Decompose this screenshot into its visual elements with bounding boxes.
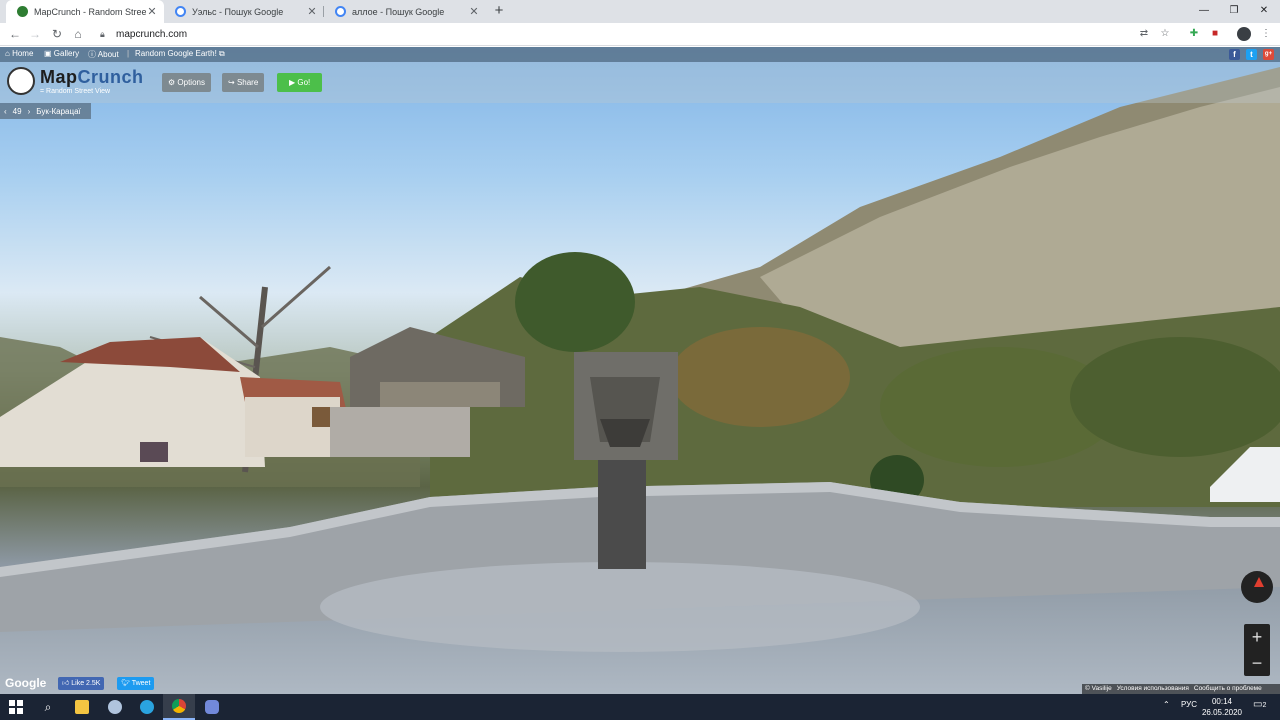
file-explorer-icon[interactable] <box>66 694 98 720</box>
tab-close-icon[interactable]: ✕ <box>146 5 158 18</box>
tab-close-icon[interactable]: ✕ <box>468 5 480 18</box>
tab-aloe-search[interactable]: аллое - Пошук Google ✕ <box>324 0 486 23</box>
go-button[interactable]: ▶ Go! <box>277 73 323 92</box>
tweet-button[interactable]: 🐦︎ Tweet <box>117 677 155 690</box>
google-favicon-icon <box>175 6 186 17</box>
share-label: Share <box>236 78 259 87</box>
tab-title: Уэльс - Пошук Google <box>192 6 284 17</box>
language-indicator[interactable]: РУС <box>1181 700 1197 709</box>
back-icon[interactable]: ← <box>6 25 24 43</box>
menu-kebab-icon[interactable]: ⋮ <box>1259 27 1273 41</box>
windows-taskbar: ⌕ ⌃ РУС 00:14 26.05.2020 ▭2 <box>0 694 1280 720</box>
telegram-icon[interactable] <box>131 694 163 720</box>
panorama-scene <box>0 67 1280 652</box>
history-count: 49 <box>12 106 22 116</box>
lock-icon: 🔒︎ <box>100 29 105 39</box>
nav-about-link[interactable]: ⓘ About <box>88 49 119 60</box>
nav-about-label: About <box>97 50 119 59</box>
nav-gallery-link[interactable]: ▣ Gallery <box>44 49 79 58</box>
site-header: MapCrunch = Random Street View ⚙ Options… <box>0 62 1280 103</box>
reload-icon[interactable]: ↻ <box>48 25 66 43</box>
site-logo[interactable]: MapCrunch <box>40 67 144 88</box>
clock[interactable]: 00:14 26.05.2020 <box>1198 696 1246 718</box>
start-button[interactable] <box>0 694 32 720</box>
share-button[interactable]: ↪ Share <box>222 73 265 92</box>
history-next-icon[interactable]: › <box>28 107 31 116</box>
terms-link[interactable]: Условия использования <box>1117 684 1189 694</box>
location-label[interactable]: Бук-Карацаї <box>36 107 81 116</box>
windows-logo-icon <box>9 700 23 714</box>
maximize-button[interactable]: ❐ <box>1218 0 1250 23</box>
zoom-out-button[interactable]: − <box>1244 650 1270 676</box>
tab-wales-search[interactable]: Уэльс - Пошук Google ✕ <box>164 0 324 23</box>
search-icon[interactable]: ⌕ <box>32 694 64 720</box>
street-view-panorama[interactable]: ⌂ Home ▣ Gallery ⓘ About | Random Google… <box>0 47 1280 694</box>
tray-chevron-icon[interactable]: ⌃ <box>1163 700 1170 709</box>
map-footer: © Vasilije Условия использования Сообщит… <box>1082 684 1280 694</box>
chrome-icon[interactable] <box>163 694 195 720</box>
nav-random-earth-link[interactable]: Random Google Earth! ⧉ <box>135 49 225 59</box>
mapcrunch-favicon-icon <box>17 6 28 17</box>
clock-time: 00:14 <box>1211 697 1233 706</box>
nav-home-label: Home <box>12 49 34 58</box>
tab-title: MapCrunch - Random Street View <box>34 6 146 17</box>
notifications-count: 2 <box>1262 702 1267 709</box>
notifications-icon[interactable]: ▭2 <box>1253 699 1266 710</box>
google-watermark[interactable]: Google <box>5 676 46 690</box>
options-label: Options <box>177 78 205 87</box>
report-link[interactable]: Сообщить о проблеме <box>1194 684 1262 694</box>
logo-crunch: Crunch <box>77 67 144 87</box>
browser-toolbar: ← → ↻ ⌂ 🔒︎ mapcrunch.com ⇄ ☆ ✚ ■ ⋮ <box>0 23 1280 46</box>
url-text: mapcrunch.com <box>116 29 188 40</box>
zoom-control: + − <box>1244 624 1270 676</box>
nav-random-earth-label: Random Google Earth! <box>135 49 217 58</box>
tab-close-icon[interactable]: ✕ <box>306 5 318 18</box>
nav-divider: | <box>127 49 130 58</box>
like-label: Like 2.5K <box>71 680 101 687</box>
clock-date: 26.05.2020 <box>1201 708 1243 717</box>
options-button[interactable]: ⚙ Options <box>162 73 211 92</box>
address-bar[interactable]: 🔒︎ mapcrunch.com <box>98 25 1128 44</box>
home-icon[interactable]: ⌂ <box>69 25 87 43</box>
google-plus-icon[interactable]: g+ <box>1263 49 1274 60</box>
history-prev-icon[interactable]: ‹ <box>4 107 7 116</box>
site-nav-bar: ⌂ Home ▣ Gallery ⓘ About | Random Google… <box>0 47 1280 62</box>
history-bar: ‹ 49 › Бук-Карацаї <box>0 103 91 119</box>
twitter-icon[interactable]: t <box>1246 49 1257 60</box>
close-window-button[interactable]: ✕ <box>1248 0 1280 23</box>
translate-icon[interactable]: ⇄ <box>1137 27 1151 41</box>
compass-icon[interactable] <box>1241 571 1273 603</box>
logo-tagline: = Random Street View <box>40 88 111 95</box>
mapcrunch-globe-icon[interactable] <box>7 67 35 95</box>
paint-icon[interactable] <box>99 694 131 720</box>
extension-icon[interactable]: ✚ <box>1187 27 1201 41</box>
go-label: Go! <box>297 78 311 87</box>
bookmark-star-icon[interactable]: ☆ <box>1158 27 1172 41</box>
facebook-icon[interactable]: f <box>1229 49 1240 60</box>
google-favicon-icon <box>335 6 346 17</box>
tab-strip: MapCrunch - Random Street View ✕ Уэльс -… <box>0 0 1280 23</box>
profile-avatar[interactable] <box>1237 27 1251 41</box>
logo-map: Map <box>40 67 78 87</box>
tab-mapcrunch[interactable]: MapCrunch - Random Street View ✕ <box>6 0 164 23</box>
new-tab-button[interactable]: + <box>491 2 507 20</box>
nav-gallery-label: Gallery <box>53 49 80 58</box>
zoom-in-button[interactable]: + <box>1244 624 1270 650</box>
forward-icon[interactable]: → <box>26 25 44 43</box>
copyright-text[interactable]: © Vasilije <box>1085 684 1112 694</box>
minimize-button[interactable]: — <box>1188 0 1220 23</box>
tweet-label: Tweet <box>131 680 151 687</box>
tab-title: аллое - Пошук Google <box>352 6 445 17</box>
ublock-icon[interactable]: ■ <box>1208 27 1222 41</box>
facebook-like-button[interactable]: 👍︎ Like 2.5K <box>58 677 105 690</box>
nav-home-link[interactable]: ⌂ Home <box>5 49 33 58</box>
discord-icon[interactable] <box>196 694 228 720</box>
